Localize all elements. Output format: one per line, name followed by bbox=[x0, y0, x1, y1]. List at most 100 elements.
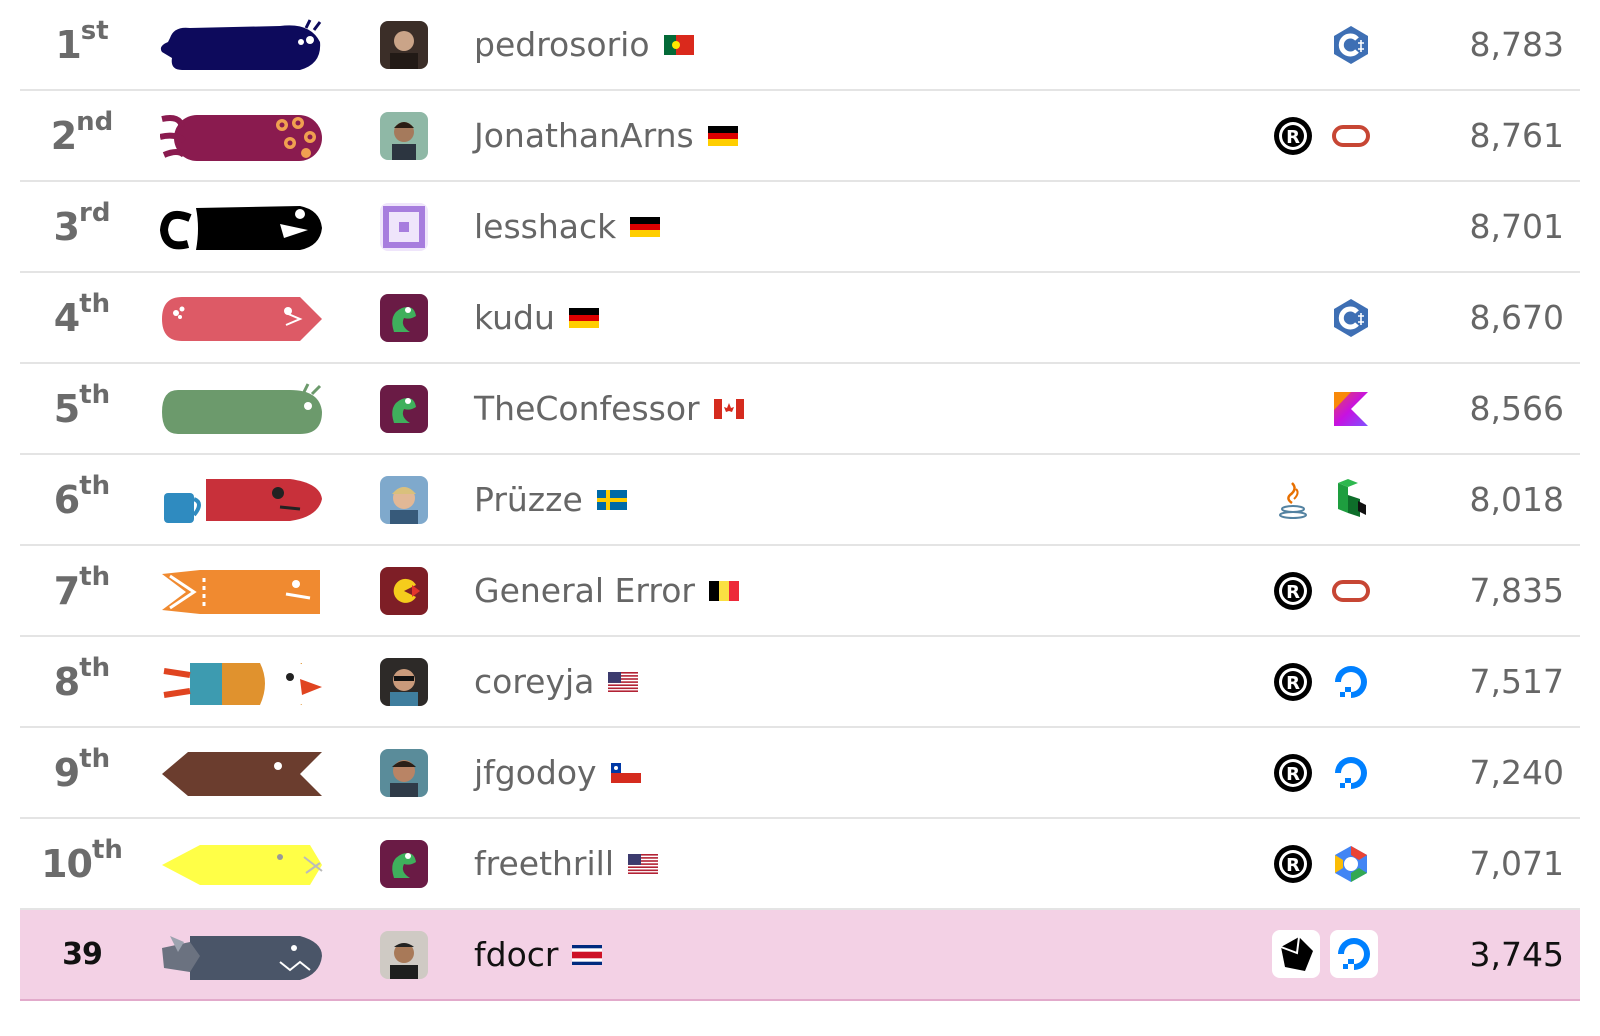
rank-number: 6 bbox=[53, 477, 80, 522]
player-name-text[interactable]: pedrosorio bbox=[474, 25, 650, 64]
player-name-text[interactable]: lesshack bbox=[474, 207, 616, 246]
rank: 10th bbox=[40, 819, 124, 908]
rank: 8th bbox=[40, 637, 124, 726]
player-name-text[interactable]: JonathanArns bbox=[474, 116, 694, 155]
green-snail-snake-icon bbox=[160, 382, 325, 438]
player-name[interactable]: Prüzze bbox=[474, 455, 627, 544]
player-name[interactable]: freethrill bbox=[474, 819, 658, 908]
rank: 5th bbox=[40, 364, 124, 453]
oracle-icon bbox=[1330, 115, 1372, 157]
current-user-row[interactable]: 39 fdocr 3,745 bbox=[20, 910, 1580, 1001]
player-name-text[interactable]: kudu bbox=[474, 298, 555, 337]
score: 3,745 bbox=[1469, 935, 1564, 974]
rank-number: 5 bbox=[53, 386, 80, 431]
rank-number: 10 bbox=[41, 841, 93, 886]
rank-number: 8 bbox=[53, 659, 80, 704]
svg-text:R: R bbox=[1286, 855, 1300, 876]
score: 8,761 bbox=[1469, 116, 1564, 155]
player-name-text[interactable]: fdocr bbox=[474, 935, 558, 974]
leaderboard-row[interactable]: 5th TheConfessor 8,566 bbox=[20, 364, 1580, 455]
player-name[interactable]: TheConfessor bbox=[474, 364, 744, 453]
score: 8,018 bbox=[1469, 480, 1564, 519]
leaderboard-row[interactable]: 9th jfgodoy R 7,240 bbox=[20, 728, 1580, 819]
svg-text:R: R bbox=[1286, 673, 1300, 694]
digitalocean-icon bbox=[1330, 661, 1372, 703]
avatar[interactable] bbox=[380, 203, 428, 251]
java-icon bbox=[1272, 479, 1314, 521]
player-name[interactable]: jfgodoy bbox=[474, 728, 641, 817]
player-name[interactable]: lesshack bbox=[474, 182, 661, 271]
rank-number: 2 bbox=[50, 113, 77, 158]
leaderboard: 1st pedrosorio 8,783 2nd JonathanArns R 8,761 3… bbox=[20, 0, 1580, 1001]
rank: 6th bbox=[40, 455, 124, 544]
score: 7,835 bbox=[1469, 571, 1564, 610]
player-name-text[interactable]: freethrill bbox=[474, 844, 614, 883]
svg-text:R: R bbox=[1286, 582, 1300, 603]
avatar[interactable] bbox=[380, 840, 428, 888]
brown-arrow-snake-icon bbox=[160, 746, 325, 802]
score: 8,566 bbox=[1469, 389, 1564, 428]
svg-text:R: R bbox=[1286, 127, 1300, 148]
rank-suffix: th bbox=[79, 288, 111, 319]
player-name[interactable]: General Error bbox=[474, 546, 739, 635]
leaderboard-row[interactable]: 4th kudu 8,670 bbox=[20, 273, 1580, 364]
black-pirate-snake-icon bbox=[159, 200, 325, 256]
score: 8,783 bbox=[1469, 25, 1564, 64]
germany-flag-icon bbox=[630, 216, 661, 237]
avatar[interactable] bbox=[380, 658, 428, 706]
rank-suffix: th bbox=[79, 470, 111, 501]
rank-number: 9 bbox=[53, 750, 80, 795]
score: 8,670 bbox=[1469, 298, 1564, 337]
red-bubble-snake-icon bbox=[160, 291, 325, 347]
rust-icon: R bbox=[1272, 570, 1314, 612]
leaderboard-row[interactable]: 8th coreyja R 7,517 bbox=[20, 637, 1580, 728]
rank-suffix: th bbox=[79, 743, 111, 774]
avatar[interactable] bbox=[380, 476, 428, 524]
leaderboard-row[interactable]: 1st pedrosorio 8,783 bbox=[20, 0, 1580, 91]
portugal-flag-icon bbox=[663, 34, 694, 55]
gray-shark-snake-icon bbox=[160, 928, 325, 984]
rust-icon: R bbox=[1272, 661, 1314, 703]
player-name-text[interactable]: Prüzze bbox=[474, 480, 583, 519]
digitalocean-icon bbox=[1330, 752, 1372, 794]
leaderboard-row[interactable]: 10th freethrill R 7,071 bbox=[20, 819, 1580, 910]
avatar[interactable] bbox=[380, 294, 428, 342]
player-name[interactable]: fdocr bbox=[474, 910, 603, 999]
player-name-text[interactable]: jfgodoy bbox=[474, 753, 597, 792]
leaderboard-row[interactable]: 7th General Error R 7,835 bbox=[20, 546, 1580, 637]
oracle-icon bbox=[1330, 570, 1372, 612]
player-name-text[interactable]: coreyja bbox=[474, 662, 594, 701]
cube-icon bbox=[1272, 930, 1320, 978]
chile-flag-icon bbox=[610, 762, 641, 783]
score: 8,701 bbox=[1469, 207, 1564, 246]
leaderboard-row[interactable]: 3rd lesshack 8,701 bbox=[20, 182, 1580, 273]
cpp-icon bbox=[1330, 24, 1372, 66]
player-name-text[interactable]: General Error bbox=[474, 571, 695, 610]
belgium-flag-icon bbox=[708, 580, 739, 601]
score: 7,071 bbox=[1469, 844, 1564, 883]
avatar[interactable] bbox=[380, 931, 428, 979]
player-name-text[interactable]: TheConfessor bbox=[474, 389, 700, 428]
leaderboard-row[interactable]: 2nd JonathanArns R 8,761 bbox=[20, 91, 1580, 182]
rank: 39 bbox=[40, 910, 124, 999]
linode-icon bbox=[1330, 479, 1372, 521]
digitalocean-icon bbox=[1330, 930, 1378, 978]
player-name[interactable]: pedrosorio bbox=[474, 0, 694, 89]
rank-suffix: st bbox=[80, 15, 109, 46]
rank-suffix: nd bbox=[76, 106, 114, 137]
player-name[interactable]: JonathanArns bbox=[474, 91, 738, 180]
player-name[interactable]: coreyja bbox=[474, 637, 639, 726]
score: 7,240 bbox=[1469, 753, 1564, 792]
leaderboard-row[interactable]: 6th Prüzze 8,018 bbox=[20, 455, 1580, 546]
avatar[interactable] bbox=[380, 749, 428, 797]
rank-number: 39 bbox=[62, 937, 103, 972]
orange-flame-snake-icon bbox=[160, 564, 325, 620]
rank-suffix: th bbox=[79, 379, 111, 410]
costa-rica-flag-icon bbox=[572, 944, 603, 965]
avatar[interactable] bbox=[380, 567, 428, 615]
avatar[interactable] bbox=[380, 385, 428, 433]
avatar[interactable] bbox=[380, 21, 428, 69]
avatar[interactable] bbox=[380, 112, 428, 160]
rank-suffix: th bbox=[79, 561, 111, 592]
player-name[interactable]: kudu bbox=[474, 273, 599, 362]
